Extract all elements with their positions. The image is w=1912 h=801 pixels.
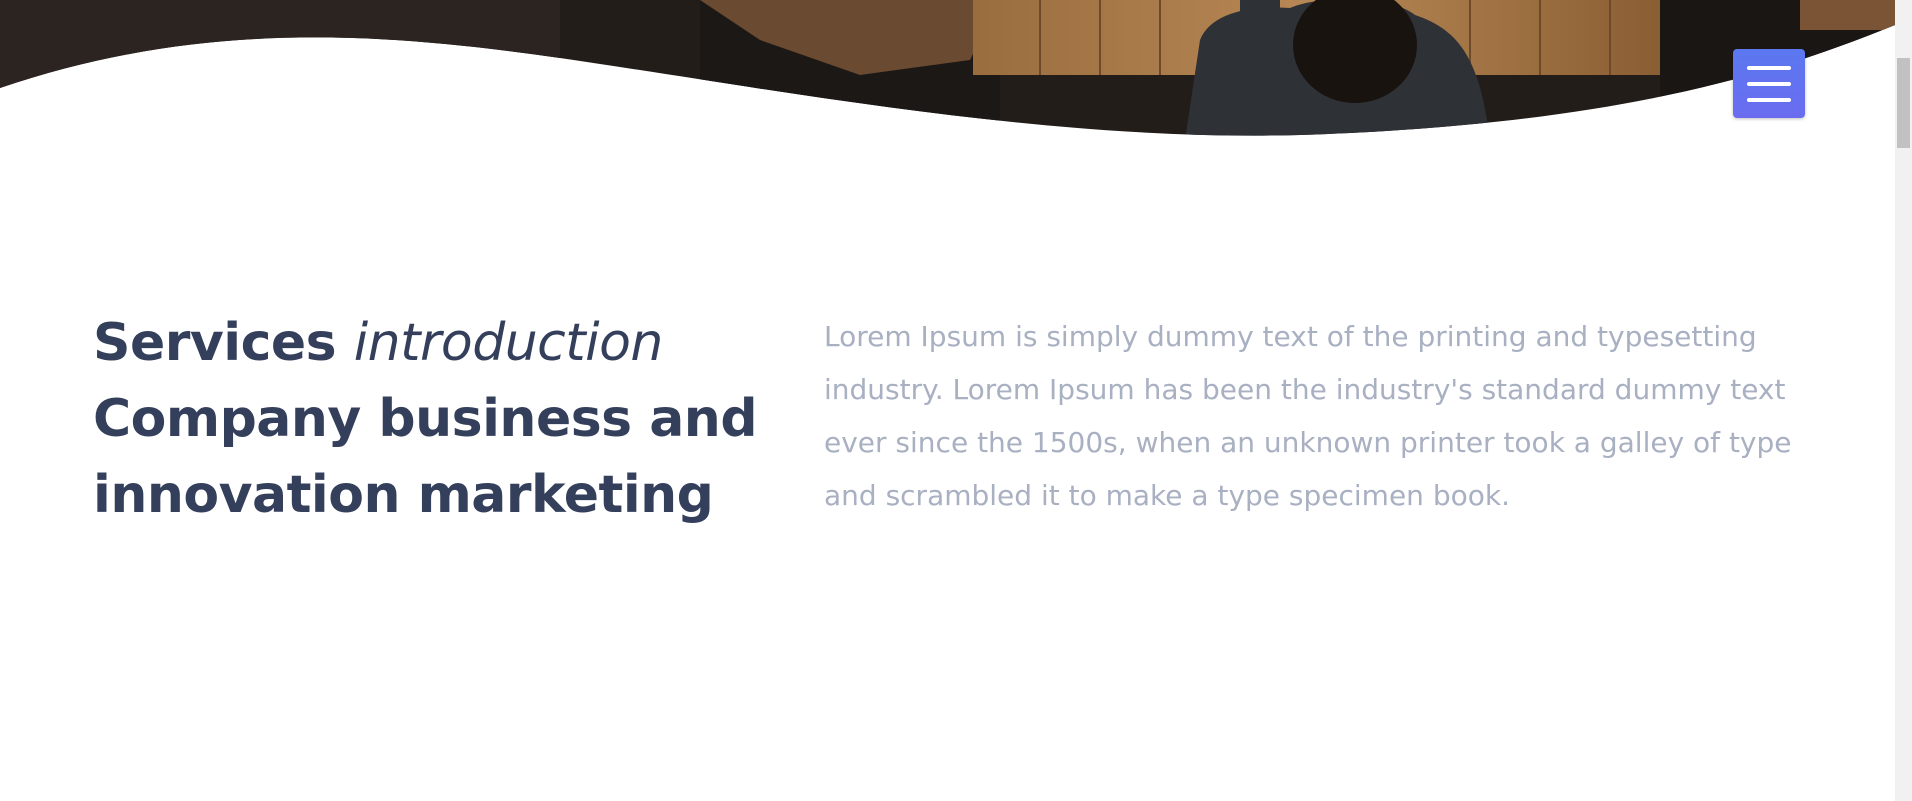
scrollbar-thumb[interactable]	[1897, 58, 1910, 148]
heading-strong: Services	[93, 313, 354, 373]
heading-italic: introduction	[353, 313, 664, 373]
description-line: industry. Lorem Ipsum has been the indus…	[824, 373, 1786, 406]
page: Services introduction Company business a…	[0, 0, 1912, 801]
description-line: Lorem Ipsum is simply dummy text of the …	[824, 320, 1757, 353]
description-line: and scrambled it to make a type specimen…	[824, 479, 1510, 512]
hamburger-icon	[1747, 66, 1791, 70]
heading-line-2: Company business and	[93, 389, 758, 449]
heading-line-3: innovation marketing	[93, 465, 714, 525]
hero-image	[0, 0, 1895, 140]
hamburger-icon-bar	[1747, 98, 1791, 102]
description-line: ever since the 1500s, when an unknown pr…	[824, 426, 1792, 459]
section-heading: Services introduction Company business a…	[93, 305, 758, 533]
section-description: Lorem Ipsum is simply dummy text of the …	[824, 310, 1824, 522]
vertical-scrollbar[interactable]	[1895, 0, 1912, 801]
heading-line-1: Services introduction	[93, 305, 733, 381]
menu-button[interactable]	[1733, 49, 1805, 118]
hamburger-icon-bar	[1747, 82, 1791, 86]
